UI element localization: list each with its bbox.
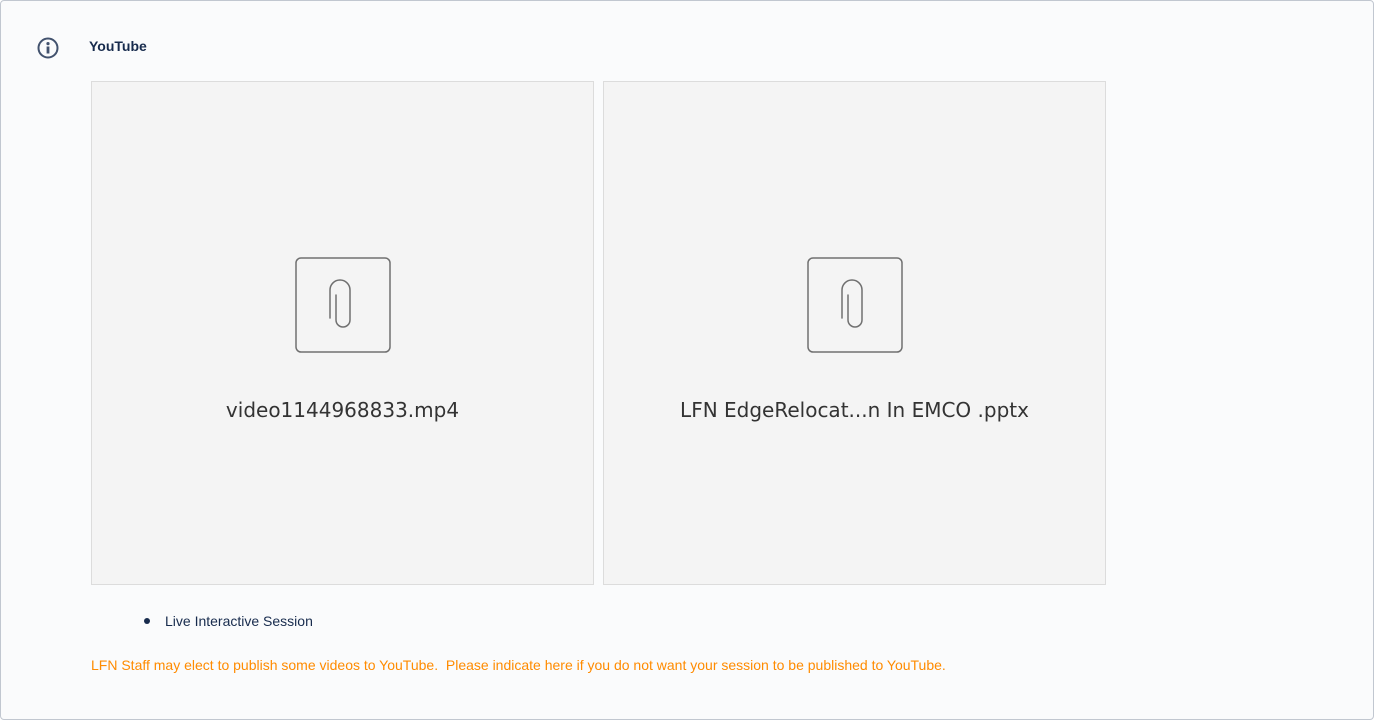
paperclip-icon (294, 257, 391, 353)
attachment-tile[interactable]: video1144968833.mp4 (91, 81, 594, 585)
info-panel: YouTube video1144968833.mp4 LFN EdgeRelo… (0, 0, 1374, 720)
youtube-notice: LFN Staff may elect to publish some vide… (91, 657, 946, 673)
attachment-tile[interactable]: LFN EdgeRelocat...n In EMCO .pptx (603, 81, 1106, 585)
info-icon (37, 37, 59, 59)
attachment-filename: video1144968833.mp4 (225, 398, 460, 422)
attachment-filename: LFN EdgeRelocat...n In EMCO .pptx (680, 398, 1029, 422)
bullet-icon (144, 618, 150, 624)
bullet-list: Live Interactive Session (139, 613, 313, 629)
list-item-text: Live Interactive Session (165, 613, 313, 629)
list-item: Live Interactive Session (139, 613, 313, 629)
paperclip-icon (806, 257, 903, 353)
panel-title: YouTube (89, 38, 147, 54)
